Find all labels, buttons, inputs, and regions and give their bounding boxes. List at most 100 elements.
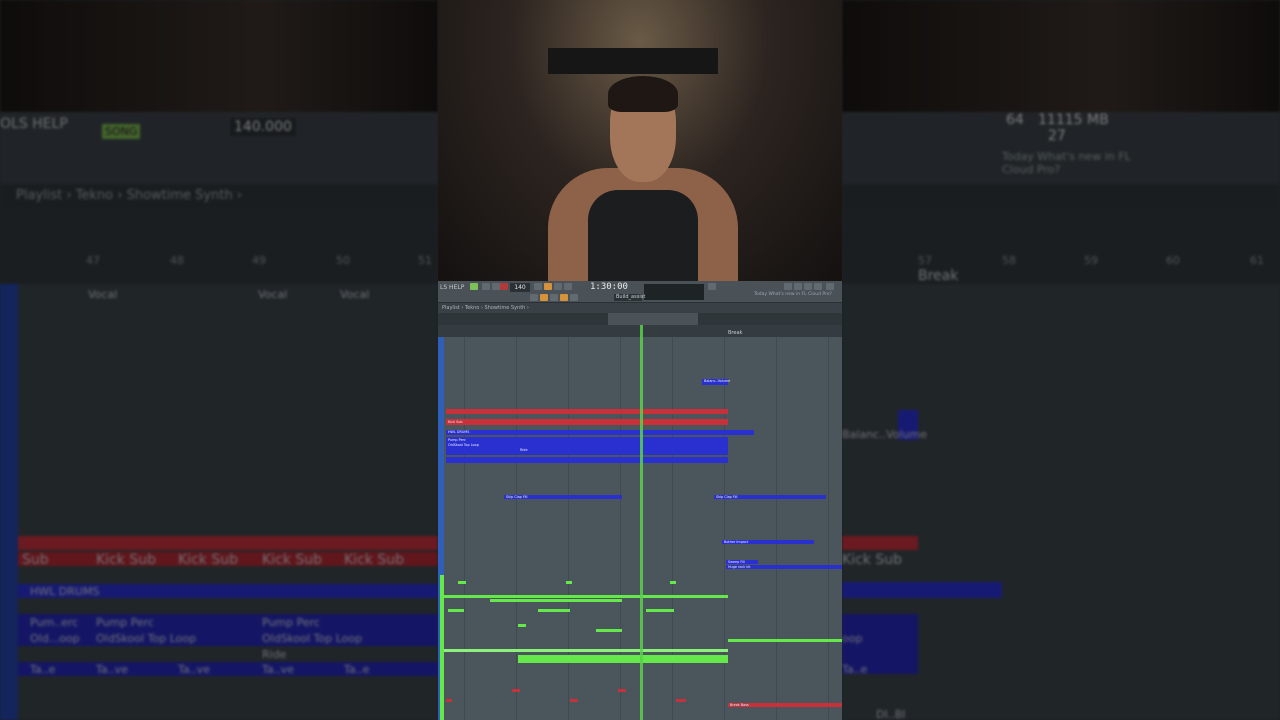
clip-label: Huge rock kit: [728, 565, 751, 569]
right-ruler-tick: 59: [1084, 254, 1098, 267]
browser-icon[interactable]: [794, 283, 802, 290]
clip-label: Skip Clap Fill: [716, 495, 738, 499]
fx-hit-clip[interactable]: [618, 689, 626, 692]
left-kick-label: Sub: [22, 552, 49, 568]
right-toolbar: 64 11115 MB 27 Today What's new in FL Cl…: [842, 112, 1280, 184]
right-voices-display: 27: [1048, 128, 1066, 144]
slice-tool-icon[interactable]: [570, 294, 578, 301]
stop-button[interactable]: [492, 283, 500, 290]
left-tave-label: Ta..ve: [96, 663, 128, 676]
synth-note[interactable]: [596, 629, 622, 632]
synth-note[interactable]: [458, 581, 466, 584]
record-button[interactable]: [500, 283, 508, 290]
left-perc-label: Pump Perc: [262, 616, 320, 629]
left-kick-label: Kick Sub: [344, 552, 404, 568]
left-tave-label: Ta..ve: [178, 663, 210, 676]
news-panel[interactable]: Today What's new in FL Cloud Pro?: [754, 292, 832, 297]
left-perc-label: Pum..erc: [30, 616, 79, 629]
left-menu-text: OLS HELP: [0, 116, 68, 132]
right-playlist-grid: Balanc..Volume Kick Sub oop Ta..e DI..BI: [842, 284, 1280, 720]
synth-note[interactable]: [728, 639, 842, 642]
right-memory-display: 11115 MB: [1038, 112, 1109, 128]
fx-hit-clip[interactable]: [570, 699, 578, 702]
clip-label: HWL DRUMS: [448, 430, 470, 434]
clip-label: Pump Perc: [448, 438, 466, 442]
right-misc-label: DI..BI: [876, 708, 906, 720]
perc-loop-block[interactable]: [446, 437, 728, 455]
fx-hit-clip[interactable]: [512, 689, 520, 692]
right-ruler-tick: 60: [1166, 254, 1180, 267]
playhead[interactable]: [640, 325, 643, 720]
synth-note[interactable]: [538, 609, 570, 612]
synth-note[interactable]: [646, 609, 674, 612]
synth-note[interactable]: [566, 581, 572, 584]
left-toolbar: OLS HELP SONG 140.000: [0, 112, 438, 184]
synth-chord-block[interactable]: [518, 655, 728, 663]
left-ruler-tick: 51: [418, 254, 432, 267]
save-icon[interactable]: [826, 283, 834, 290]
clip-label: Skip Clap Fill: [506, 495, 528, 499]
dj-controller: [548, 48, 718, 74]
overview-viewport[interactable]: [608, 313, 698, 325]
fl-toolbar: LS HELP 140 1:30:00 Build_assist Today W…: [438, 281, 842, 303]
pattern-selector[interactable]: Build_assist: [614, 294, 645, 301]
left-vocal-label: Vocal: [258, 288, 288, 301]
left-tempo-display: 140.000: [230, 118, 296, 136]
hwl-drums-clip[interactable]: [446, 430, 754, 435]
left-kick-label: Kick Sub: [178, 552, 238, 568]
pattern-song-toggle[interactable]: [470, 283, 478, 290]
left-blurred-panel: OLS HELP SONG 140.000 Playlist › Tekno ›…: [0, 0, 438, 720]
kick-sub-row[interactable]: [446, 419, 728, 425]
snap-button[interactable]: [530, 294, 538, 301]
left-kick-label: Kick Sub: [96, 552, 156, 568]
person-tank-top: [588, 190, 698, 281]
right-webcam-blur: [842, 0, 1280, 112]
synth-note[interactable]: [490, 599, 622, 602]
fx-hit-clip[interactable]: [446, 699, 452, 702]
left-loop-label: Old...oop: [30, 632, 80, 645]
wait-record-button[interactable]: [544, 283, 552, 290]
synth-note[interactable]: [670, 581, 676, 584]
kick-pattern-row[interactable]: [446, 409, 728, 414]
right-cpu-display: 64: [1006, 112, 1024, 128]
synth-note[interactable]: [444, 595, 728, 598]
left-ruler-tick: 48: [170, 254, 184, 267]
left-ruler-tick: 47: [86, 254, 100, 267]
clip-label: Bother Impact: [724, 540, 749, 544]
left-perc-label: Pump Perc: [96, 616, 154, 629]
right-misc-label: Ta..e: [842, 663, 868, 676]
paint-tool-icon[interactable]: [550, 294, 558, 301]
help-icon[interactable]: [814, 283, 822, 290]
playlist-overview[interactable]: [438, 313, 842, 325]
left-ruler-tick: 50: [336, 254, 350, 267]
left-loop-label: OldSkool Top Loop: [262, 632, 363, 645]
waveform-monitor: [644, 284, 704, 300]
play-button[interactable]: [482, 283, 490, 290]
link-tool-icon[interactable]: [560, 294, 568, 301]
fl-studio-column: LS HELP 140 1:30:00 Build_assist Today W…: [438, 0, 842, 720]
song-position-display: 1:30:00: [590, 282, 628, 292]
tave-row[interactable]: [446, 457, 728, 463]
left-tave-label: Ta..e: [344, 663, 370, 676]
left-webcam-blur: [0, 0, 438, 112]
synth-note[interactable]: [448, 609, 464, 612]
clip-label: Break Bass: [730, 703, 749, 707]
right-break-label: Break: [918, 268, 959, 284]
draw-tool-icon[interactable]: [540, 294, 548, 301]
tempo-display[interactable]: 140: [510, 283, 530, 292]
metronome-button[interactable]: [534, 283, 542, 290]
right-ruler-tick: 61: [1250, 254, 1264, 267]
fl-menu[interactable]: LS HELP: [440, 284, 464, 291]
cpu-meter: [708, 283, 716, 290]
clip-label: Kick Sub: [448, 420, 463, 424]
synth-note[interactable]: [444, 649, 728, 652]
fx-hit-clip[interactable]: [676, 699, 686, 702]
countdown-button[interactable]: [554, 283, 562, 290]
mixer-icon[interactable]: [804, 283, 812, 290]
left-ride-label: Ride: [262, 648, 287, 661]
clip-label: Sweep Fill: [728, 560, 745, 564]
left-playlist-grid: Vocal Vocal Vocal Sub Kick Sub Kick Sub …: [0, 284, 438, 720]
synth-note[interactable]: [518, 624, 526, 627]
gear-icon[interactable]: [784, 283, 792, 290]
loop-record-button[interactable]: [564, 283, 572, 290]
